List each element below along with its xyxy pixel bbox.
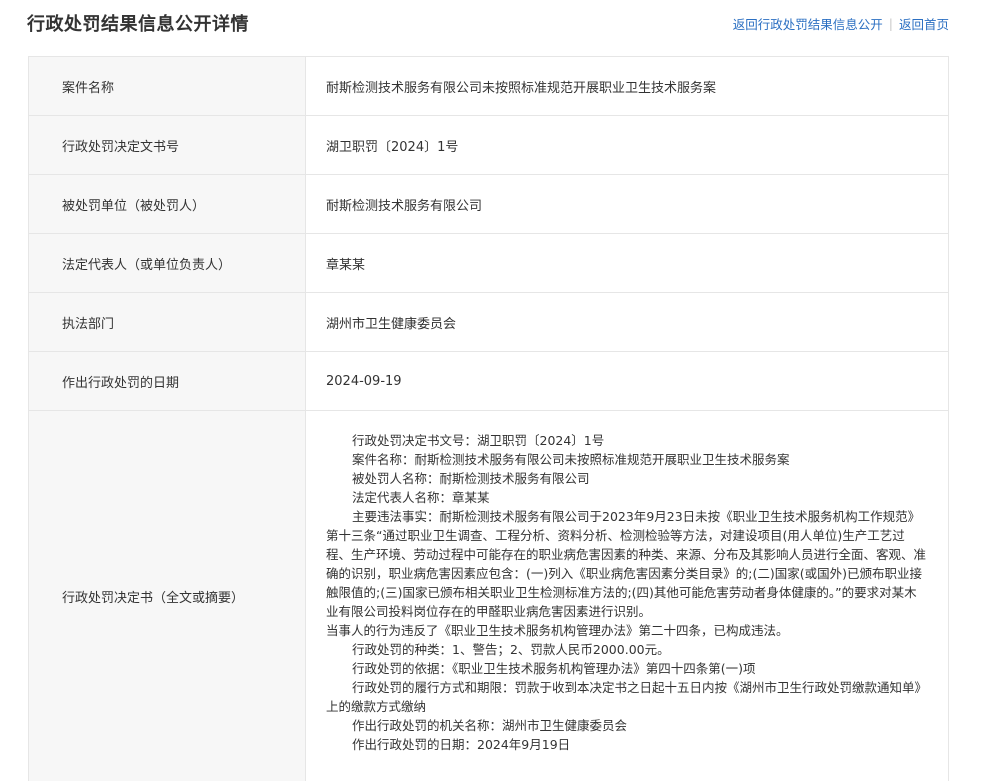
decision-paragraph: 作出行政处罚的日期：2024年9月19日 — [352, 737, 571, 752]
header-links: 返回行政处罚结果信息公开 | 返回首页 — [733, 14, 949, 33]
link-separator: | — [888, 16, 893, 31]
row-label: 法定代表人（或单位负责人） — [29, 234, 306, 292]
decision-paragraph: 行政处罚的依据：《职业卫生技术服务机构管理办法》第四十四条第(一)项 — [352, 661, 756, 676]
page-title: 行政处罚结果信息公开详情 — [27, 14, 249, 35]
row-label: 执法部门 — [29, 293, 306, 351]
decision-paragraph: 案件名称：耐斯检测技术服务有限公司未按照标准规范开展职业卫生技术服务案 — [352, 452, 790, 467]
row-value: 2024-09-19 — [326, 373, 402, 389]
table-row-penalized-party: 被处罚单位（被处罚人） 耐斯检测技术服务有限公司 — [29, 175, 948, 234]
row-value: 章某某 — [326, 257, 366, 273]
table-row-enforcement-department: 执法部门 湖州市卫生健康委员会 — [29, 293, 948, 352]
decision-paragraph: 作出行政处罚的机关名称：湖州市卫生健康委员会 — [352, 718, 628, 733]
decision-paragraph: 主要违法事实：耐斯检测技术服务有限公司于2023年9月23日未按《职业卫生技术服… — [326, 509, 927, 619]
table-row-decision-document: 行政处罚决定书（全文或摘要） 行政处罚决定书文号：湖卫职罚〔2024〕1号 案件… — [29, 411, 948, 781]
back-to-list-link[interactable]: 返回行政处罚结果信息公开 — [733, 14, 883, 33]
row-label: 行政处罚决定文书号 — [29, 116, 306, 174]
row-value: 湖卫职罚〔2024〕1号 — [326, 139, 459, 155]
decision-paragraph: 行政处罚决定书文号：湖卫职罚〔2024〕1号 — [352, 433, 605, 448]
row-value: 湖州市卫生健康委员会 — [326, 316, 457, 332]
decision-paragraph: 当事人的行为违反了《职业卫生技术服务机构管理办法》第二十四条，已构成违法。 — [326, 623, 789, 638]
decision-paragraph: 行政处罚的种类：1、警告；2、罚款人民币2000.00元。 — [352, 642, 670, 657]
row-value: 耐斯检测技术服务有限公司 — [326, 198, 483, 214]
table-row-legal-representative: 法定代表人（或单位负责人） 章某某 — [29, 234, 948, 293]
page-header: 行政处罚结果信息公开详情 返回行政处罚结果信息公开 | 返回首页 — [0, 0, 985, 46]
row-label: 案件名称 — [29, 57, 306, 115]
table-row-case-name: 案件名称 耐斯检测技术服务有限公司未按照标准规范开展职业卫生技术服务案 — [29, 57, 948, 116]
decision-paragraph: 行政处罚的履行方式和期限：罚款于收到本决定书之日起十五日内按《湖州市卫生行政处罚… — [326, 680, 928, 714]
decision-full-text: 行政处罚决定书文号：湖卫职罚〔2024〕1号 案件名称：耐斯检测技术服务有限公司… — [306, 411, 948, 781]
table-row-penalty-date: 作出行政处罚的日期 2024-09-19 — [29, 352, 948, 411]
row-label: 作出行政处罚的日期 — [29, 352, 306, 410]
row-label: 行政处罚决定书（全文或摘要） — [29, 411, 306, 781]
decision-paragraph: 被处罚人名称：耐斯检测技术服务有限公司 — [352, 471, 590, 486]
decision-paragraph: 法定代表人名称：章某某 — [352, 490, 490, 505]
row-value: 耐斯检测技术服务有限公司未按照标准规范开展职业卫生技术服务案 — [326, 80, 717, 96]
detail-table: 案件名称 耐斯检测技术服务有限公司未按照标准规范开展职业卫生技术服务案 行政处罚… — [28, 56, 949, 781]
table-row-document-number: 行政处罚决定文书号 湖卫职罚〔2024〕1号 — [29, 116, 948, 175]
row-label: 被处罚单位（被处罚人） — [29, 175, 306, 233]
back-to-home-link[interactable]: 返回首页 — [899, 14, 949, 33]
